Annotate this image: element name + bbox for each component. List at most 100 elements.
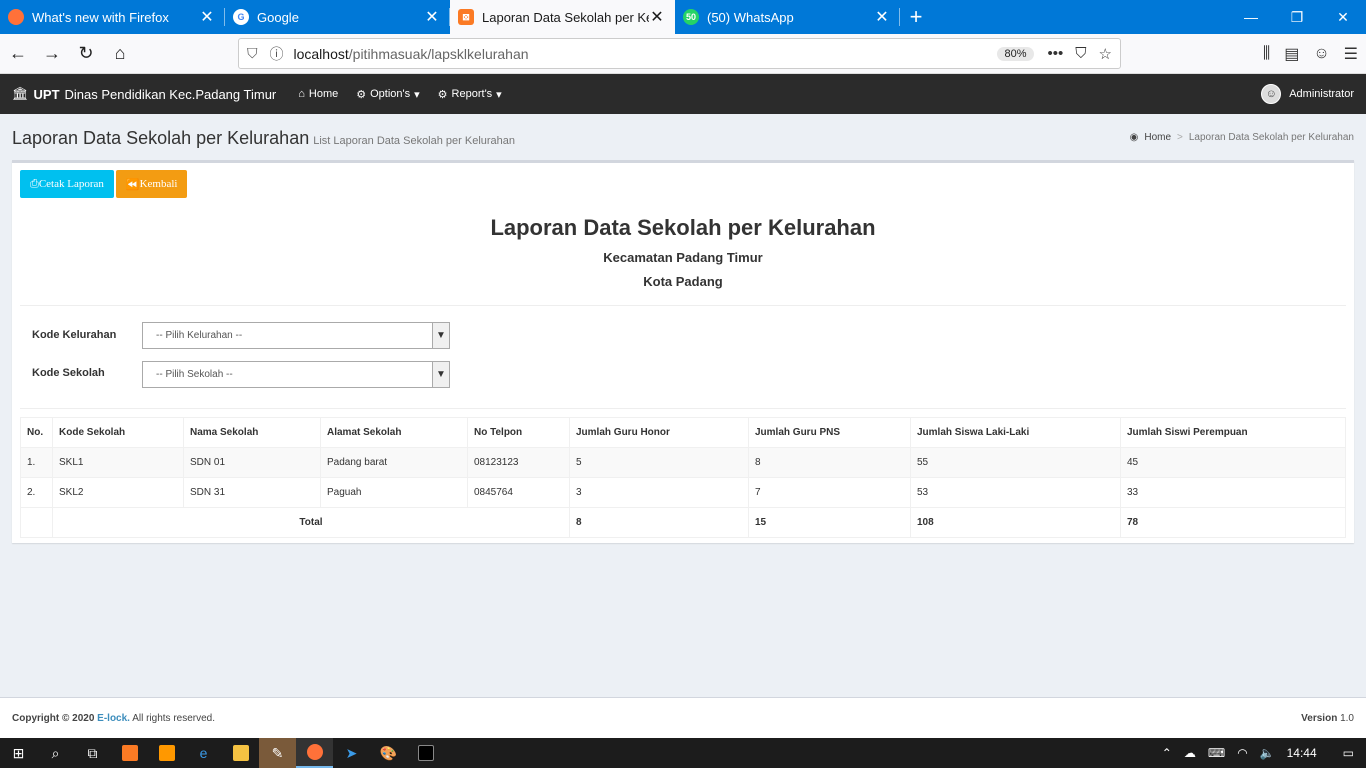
menu-home-label: Home (308, 88, 339, 100)
tab-title: Laporan Data Sekolah per Kelurahan (482, 9, 649, 25)
sublime-taskbar-icon[interactable] (148, 738, 185, 768)
more-icon[interactable]: ••• (1048, 45, 1064, 63)
home-icon: ⌂ (298, 88, 305, 100)
table-cell: 53 (910, 477, 1121, 508)
toolbar-right: ⫼ ▤ ☺ ☰ (1263, 38, 1358, 70)
col-header: Jumlah Siswi Perempuan (1120, 417, 1346, 448)
gear-icon: ⚙ (356, 88, 367, 101)
menu-home[interactable]: ⌂ Home (298, 88, 338, 101)
info-icon[interactable]: ⓘ (270, 44, 284, 64)
google-icon: G (233, 9, 249, 25)
close-window-icon[interactable]: ✕ (1320, 0, 1366, 34)
forward-icon[interactable]: → (36, 38, 68, 70)
brand[interactable]: 🏛 UPT Dinas Pendidikan Kec.Padang Timur (12, 86, 276, 102)
brand-text: Dinas Pendidikan Kec.Padang Timur (64, 86, 277, 102)
library-icon[interactable]: ⫼ (1263, 45, 1270, 63)
profile-icon[interactable]: ☺ (1313, 45, 1329, 63)
chevron-up-icon[interactable]: ⌃ (1162, 746, 1172, 760)
report-kota: Kota Padang (643, 274, 723, 289)
zoom-level[interactable]: 80% (997, 46, 1034, 61)
cmd-icon[interactable] (407, 738, 444, 768)
edge-icon[interactable]: e (185, 738, 222, 768)
table-cell: SDN 31 (183, 477, 321, 508)
kelurahan-label: Kode Kelurahan (32, 329, 117, 341)
table-cell: SKL2 (52, 477, 184, 508)
breadcrumb-separator: > (1177, 132, 1183, 143)
menu-options-label: Option's (370, 88, 411, 100)
bookmark-star-icon[interactable]: ☆ (1099, 45, 1112, 63)
table-row: 1. SKL1 SDN 01 Padang barat 08123123 5 8… (20, 447, 1346, 478)
pen-app-icon[interactable]: ✎ (259, 738, 296, 768)
new-tab-button[interactable]: + (900, 0, 932, 34)
brand-bold: UPT (33, 86, 60, 102)
hamburger-menu-icon[interactable]: ☰ (1344, 44, 1358, 64)
total-cell: 15 (748, 507, 911, 538)
browser-nav-bar: ← → ↻ ⌂ ⛉ ⓘ localhost/pitihmasuak/lapskl… (0, 34, 1366, 74)
kelurahan-select[interactable]: -- Pilih Kelurahan -- ▼ (142, 322, 450, 349)
print-report-label: Cetak Laporan (38, 178, 104, 190)
browser-tab-bar: What's new with Firefox ✕ G Google ✕ ⊠ L… (0, 0, 1366, 34)
table-cell: 3 (569, 477, 749, 508)
url-bar[interactable]: ⛉ ⓘ localhost/pitihmasuak/lapsklkeluraha… (238, 38, 1121, 69)
xampp-taskbar-icon[interactable] (111, 738, 148, 768)
keyboard-icon[interactable]: ⌨ (1208, 746, 1225, 760)
back-button[interactable]: ⏪ Kembali (115, 170, 188, 198)
browser-tab-laporan[interactable]: ⊠ Laporan Data Sekolah per Kelurahan ✕ (450, 0, 675, 34)
windows-start-icon[interactable]: ⊞ (0, 738, 37, 768)
task-view-icon[interactable]: ⧉ (74, 738, 111, 768)
table-cell: 55 (910, 447, 1121, 478)
notification-icon[interactable]: ▭ (1343, 746, 1354, 760)
back-icon[interactable]: ← (2, 38, 34, 70)
volume-icon[interactable]: 🔈 (1260, 746, 1275, 760)
shield-icon[interactable]: ⛉ (247, 45, 258, 62)
version-label: Version (1301, 712, 1338, 724)
system-tray: ⌃ ☁ ⌨ ◠ 🔈 14:44 ▭ (1162, 746, 1366, 760)
gear-icon: ⚙ (437, 88, 448, 101)
table-cell: Padang barat (320, 447, 468, 478)
url-path: /pitihmasuak/lapsklkelurahan (348, 45, 529, 62)
breadcrumb-home[interactable]: Home (1144, 132, 1171, 143)
minimize-icon[interactable]: — (1228, 0, 1274, 34)
table-header-row: No. Kode Sekolah Nama Sekolah Alamat Sek… (20, 417, 1346, 448)
table-cell: 1. (20, 447, 53, 478)
file-explorer-icon[interactable] (222, 738, 259, 768)
restore-icon[interactable]: ❐ (1274, 0, 1320, 34)
main-menu: ⌂ Home ⚙ Option's ▾ ⚙ Report's ▾ (298, 88, 501, 101)
reload-icon[interactable]: ↻ (70, 38, 102, 70)
cloud-error-icon[interactable]: ☁ (1184, 746, 1196, 760)
tab-title: What's new with Firefox (32, 9, 169, 25)
col-header: Nama Sekolah (183, 417, 321, 448)
page-footer: Copyright © 2020 E-lock. All rights rese… (0, 697, 1366, 738)
back-label: Kembali (139, 178, 178, 190)
col-header: Jumlah Guru Honor (569, 417, 749, 448)
report-title: Laporan Data Sekolah per Kelurahan (490, 215, 876, 240)
clock[interactable]: 14:44 (1287, 746, 1317, 760)
sidebar-icon[interactable]: ▤ (1284, 44, 1299, 64)
browser-tab-google[interactable]: G Google ✕ (225, 0, 450, 34)
home-icon[interactable]: ⌂ (104, 38, 136, 70)
pocket-icon[interactable]: ⛉ (1075, 45, 1086, 63)
company-link[interactable]: E-lock. (97, 713, 130, 724)
sekolah-select[interactable]: -- Pilih Sekolah -- ▼ (142, 361, 450, 388)
close-icon[interactable]: ✕ (874, 7, 890, 27)
paint-icon[interactable]: 🎨 (370, 738, 407, 768)
wifi-icon[interactable]: ◠ (1237, 746, 1247, 760)
close-icon[interactable]: ✕ (199, 7, 215, 27)
menu-options[interactable]: ⚙ Option's ▾ (356, 88, 419, 101)
table-cell: Paguah (320, 477, 468, 508)
report-box: ⎙ Cetak Laporan ⏪ Kembali Laporan Data Sek… (12, 160, 1354, 543)
print-icon: ⎙ (30, 177, 39, 190)
user-menu[interactable]: ☺ Administrator (1261, 84, 1354, 104)
sekolah-select-value: -- Pilih Sekolah -- (156, 369, 233, 380)
col-header: Jumlah Guru PNS (748, 417, 911, 448)
search-icon[interactable]: ⌕ (37, 738, 74, 768)
browser-tab-firefox[interactable]: What's new with Firefox ✕ (0, 0, 225, 34)
browser-tab-whatsapp[interactable]: 50 (50) WhatsApp ✕ (675, 0, 900, 34)
menu-reports[interactable]: ⚙ Report's ▾ (438, 88, 502, 101)
close-icon[interactable]: ✕ (424, 7, 440, 27)
app-taskbar-icon[interactable]: ➤ (333, 738, 370, 768)
firefox-taskbar-icon[interactable] (296, 738, 333, 768)
print-report-button[interactable]: ⎙ Cetak Laporan (20, 170, 114, 198)
close-icon[interactable]: ✕ (649, 7, 665, 27)
caret-down-icon: ▾ (496, 88, 502, 101)
